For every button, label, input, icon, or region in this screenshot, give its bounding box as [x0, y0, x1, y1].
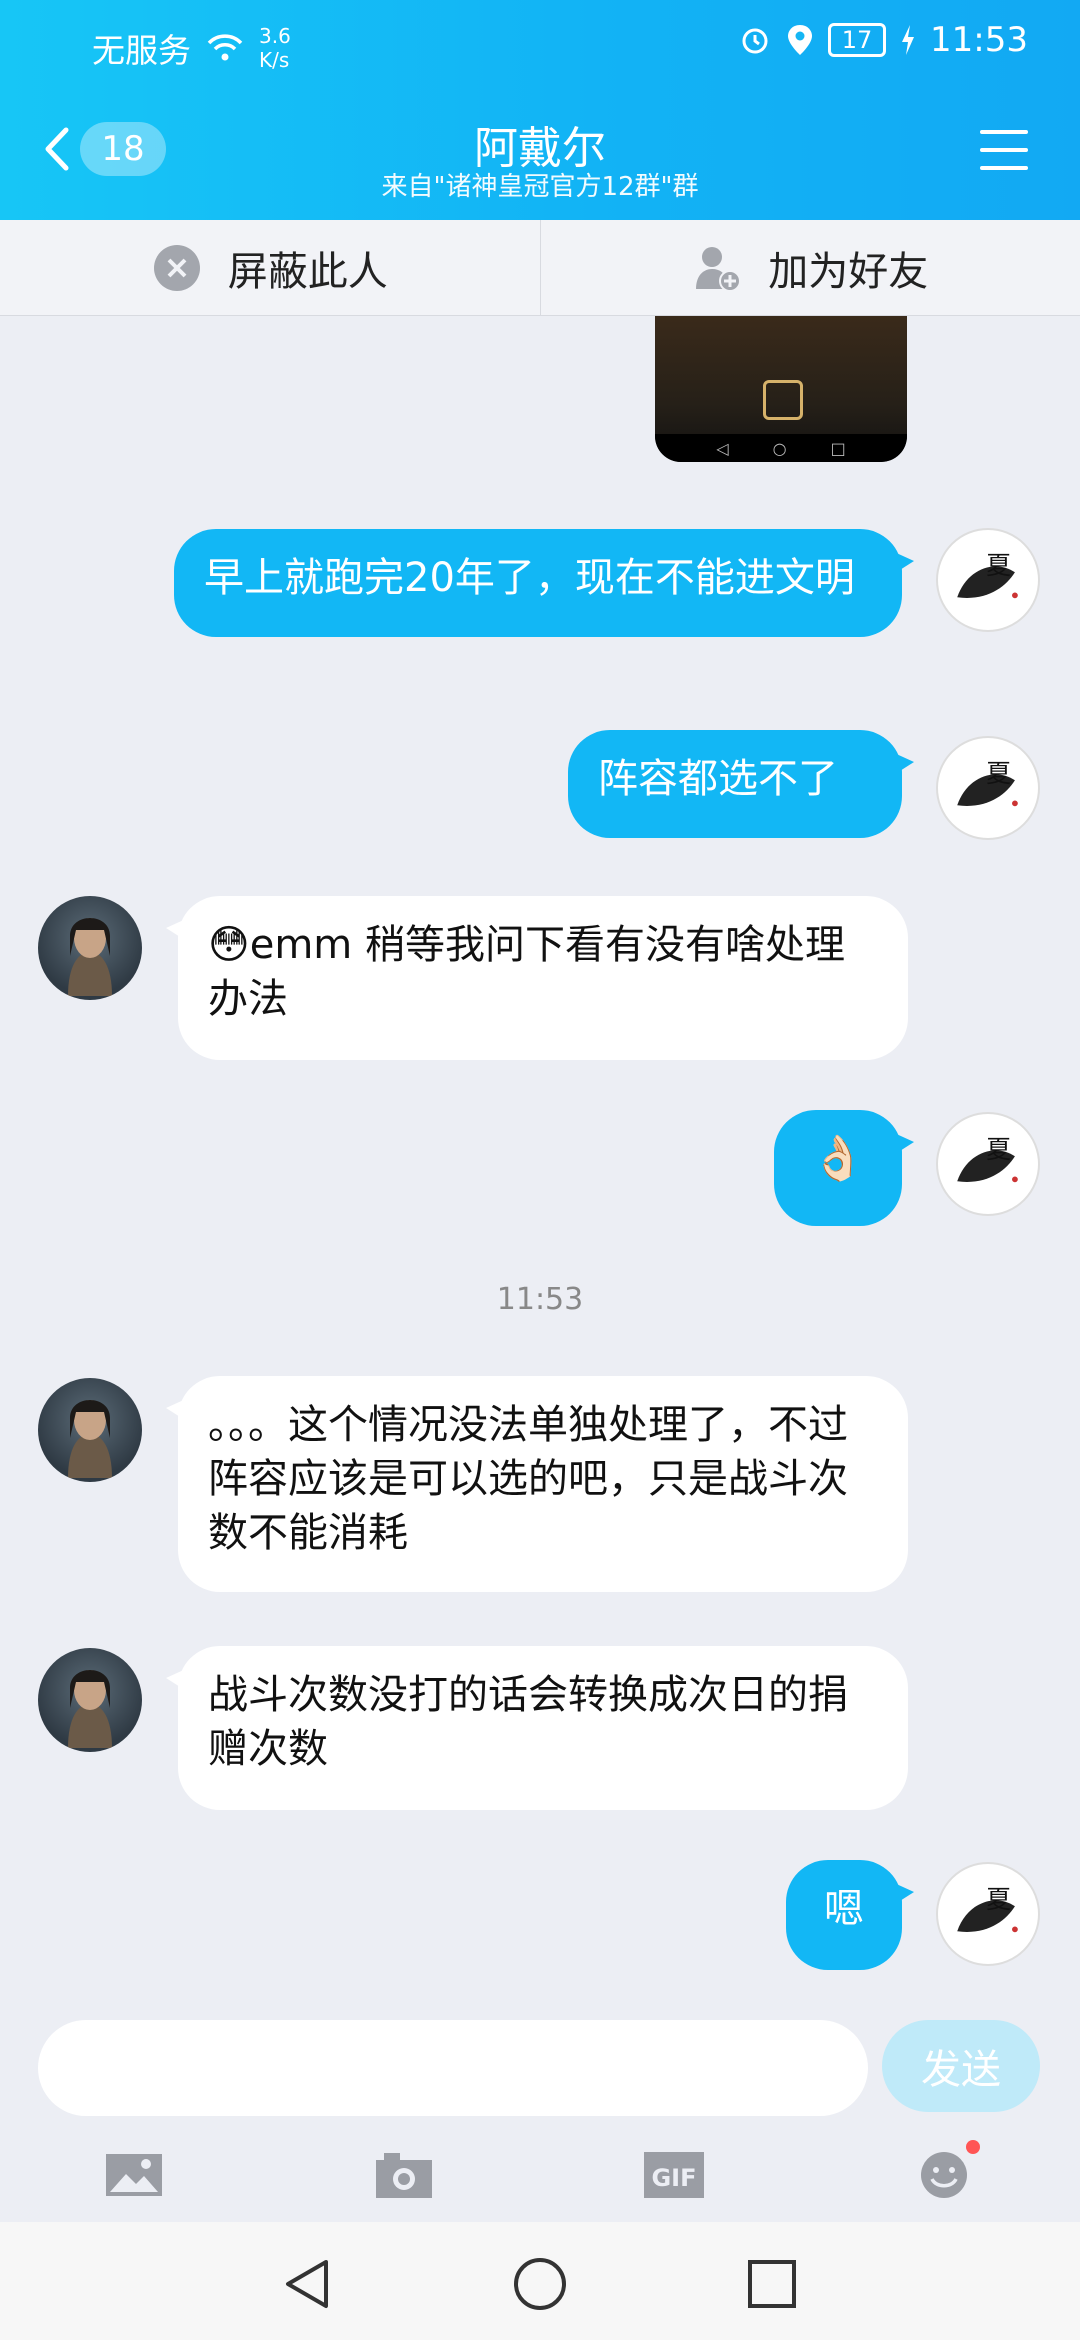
svg-text:夏: 夏 — [986, 1135, 1011, 1164]
nav-recents-icon[interactable] — [742, 2254, 802, 2314]
message-bubble-other[interactable]: 😳emm 稍等我问下看有没有啥处理办法 — [166, 896, 908, 1060]
avatar-self[interactable]: 夏 — [936, 1862, 1040, 1966]
message-timestamp: 11:53 — [496, 1282, 584, 1317]
self-avatar-art: 夏 — [957, 759, 1018, 807]
battery-level: 17 — [841, 26, 873, 54]
action-bar: 屏蔽此人 加为好友 — [0, 220, 1080, 316]
menu-icon[interactable] — [980, 130, 1028, 170]
header: 无服务 3.6 K/s 17 11:53 18 阿戴尔 来自"诸神皇冠官方12群… — [0, 0, 1080, 220]
emoji-button[interactable] — [914, 2140, 980, 2200]
system-nav-bar — [0, 2222, 1080, 2340]
nav-home-glyph: ○ — [772, 438, 787, 458]
message-bubble-self[interactable]: 嗯 — [786, 1860, 914, 1970]
nav-home-icon[interactable] — [510, 2254, 570, 2314]
nav-recent-glyph: □ — [830, 438, 846, 458]
wifi-icon — [207, 34, 243, 61]
add-friend-label: 加为好友 — [768, 248, 929, 295]
avatar-self[interactable]: 夏 — [936, 1112, 1040, 1216]
menu-line — [980, 148, 1028, 152]
network-speed: 3.6 K/s — [259, 24, 291, 72]
block-user-label: 屏蔽此人 — [227, 248, 388, 295]
speed-value: 3.6 — [259, 24, 291, 48]
clock: 11:53 — [930, 20, 1028, 60]
gif-icon[interactable]: GIF — [644, 2150, 704, 2200]
speed-unit: K/s — [259, 48, 290, 72]
message-input[interactable] — [38, 2020, 868, 2116]
flushed-face-emoji: 😳 — [208, 922, 250, 968]
camera-icon[interactable] — [374, 2150, 434, 2200]
chat-subtitle: 来自"诸神皇冠官方12群"群 — [381, 172, 699, 202]
input-area: 发送 GIF — [0, 2012, 1080, 2222]
chat-screen: 无服务 3.6 K/s 17 11:53 18 阿戴尔 来自"诸神皇冠官方12群… — [0, 0, 1080, 2340]
add-friend-icon — [696, 246, 742, 292]
image-nav-row: ◁ ○ □ — [655, 434, 907, 462]
message-bubble-self[interactable]: 早上就跑完20年了，现在不能进文明 — [174, 529, 914, 637]
message-bubble-self[interactable]: 阵容都选不了 — [568, 730, 914, 838]
nav-back-icon[interactable] — [278, 2254, 338, 2314]
avatar-self[interactable]: 夏 — [936, 528, 1040, 632]
add-friend-button[interactable]: 加为好友 — [539, 220, 1080, 315]
self-avatar-art: 夏 — [957, 1135, 1018, 1183]
notification-dot — [966, 2140, 980, 2154]
avatar-other[interactable] — [38, 1648, 142, 1752]
svg-text:夏: 夏 — [986, 759, 1011, 788]
message-bubble-other[interactable]: 战斗次数没打的话会转换成次日的捐赠次数 — [166, 1646, 908, 1810]
svg-text:夏: 夏 — [986, 1885, 1011, 1914]
message-bubble-other[interactable]: 。。。这个情况没法单独处理了，不过阵容应该是可以选的吧，只是战斗次数不能消耗 — [166, 1376, 908, 1592]
alarm-icon — [742, 28, 768, 54]
status-left: 无服务 3.6 K/s — [92, 24, 291, 72]
send-button[interactable]: 发送 — [882, 2020, 1040, 2112]
smiley-icon — [921, 2152, 967, 2198]
charging-icon — [902, 25, 915, 55]
menu-line — [980, 130, 1028, 134]
avatar-other[interactable] — [38, 1378, 142, 1482]
game-emblem — [763, 380, 803, 420]
other-avatar-art — [68, 918, 112, 996]
image-icon[interactable] — [104, 2150, 164, 2200]
status-right: 17 11:53 — [738, 20, 1028, 60]
carrier-text: 无服务 — [92, 31, 191, 70]
avatar-other[interactable] — [38, 896, 142, 1000]
location-icon — [788, 25, 813, 55]
message-text: emm 稍等我问下看有没有啥处理办法 — [208, 922, 845, 1022]
self-avatar-art: 夏 — [957, 1885, 1018, 1933]
svg-text:夏: 夏 — [986, 551, 1011, 580]
input-toolbar: GIF — [0, 2136, 1080, 2216]
block-icon — [153, 244, 200, 291]
chat-messages[interactable]: ◁ ○ □ 夏 早上就跑完20年了，现在不能进文明 夏 阵容都选不了 😳emm … — [0, 316, 1080, 2012]
gif-label: GIF — [651, 2164, 696, 2192]
nav-back-glyph: ◁ — [716, 438, 729, 458]
shared-image[interactable]: ◁ ○ □ — [655, 316, 907, 462]
avatar-self[interactable]: 夏 — [936, 736, 1040, 840]
self-avatar-art: 夏 — [957, 551, 1018, 599]
menu-line — [980, 166, 1028, 170]
other-avatar-art — [68, 1400, 112, 1478]
other-avatar-art — [68, 1670, 112, 1748]
block-user-button[interactable]: 屏蔽此人 — [0, 220, 540, 315]
message-bubble-self[interactable]: 👌🏻 — [774, 1110, 914, 1226]
battery-indicator: 17 — [828, 23, 887, 57]
